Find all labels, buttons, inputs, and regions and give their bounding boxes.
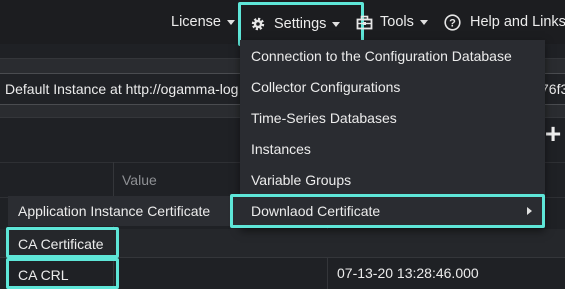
submenu-item-application-instance-certificate[interactable]: Application Instance Certificate — [18, 196, 210, 226]
question-circle-icon: ? — [444, 13, 461, 31]
top-nav-bar: License Settings Tools ? Help and Links — [0, 0, 565, 46]
menu-item-variable-groups[interactable]: Variable Groups — [240, 165, 545, 196]
gear-icon — [251, 17, 265, 31]
chevron-down-icon — [419, 19, 428, 25]
menu-item-download-certificate[interactable]: Downlaod Certificate — [230, 194, 545, 228]
certificate-submenu: Application Instance Certificate — [8, 196, 238, 226]
chevron-down-icon — [226, 19, 235, 25]
instance-url: Default Instance at http://ogamma-log — [5, 81, 239, 97]
help-label: Help and Links — [470, 14, 565, 30]
tools-menu[interactable]: Tools — [356, 0, 428, 44]
svg-text:?: ? — [449, 17, 456, 29]
help-menu[interactable]: ? Help and Links — [444, 0, 565, 44]
menu-item-configuration-database[interactable]: Connection to the Configuration Database — [240, 41, 545, 72]
submenu-item-ca-crl[interactable]: CA CRL — [6, 258, 119, 289]
menu-item-collector-configurations[interactable]: Collector Configurations — [240, 72, 545, 103]
settings-label: Settings — [274, 16, 327, 32]
license-menu[interactable]: License — [171, 0, 235, 44]
submenu-item-ca-certificate[interactable]: CA Certificate — [6, 227, 119, 258]
value-column-header: Value — [122, 172, 157, 188]
menu-item-time-series-databases[interactable]: Time-Series Databases — [240, 103, 545, 134]
timestamp-cell: 07-13-20 13:28:46.000 — [337, 265, 479, 281]
tools-label: Tools — [380, 14, 414, 30]
download-certificate-label: Downlaod Certificate — [251, 203, 381, 219]
chevron-right-icon — [527, 207, 532, 215]
toolbox-icon — [356, 15, 373, 29]
menu-item-instances[interactable]: Instances — [240, 134, 545, 165]
chevron-down-icon — [332, 21, 341, 27]
license-label: License — [171, 14, 221, 30]
